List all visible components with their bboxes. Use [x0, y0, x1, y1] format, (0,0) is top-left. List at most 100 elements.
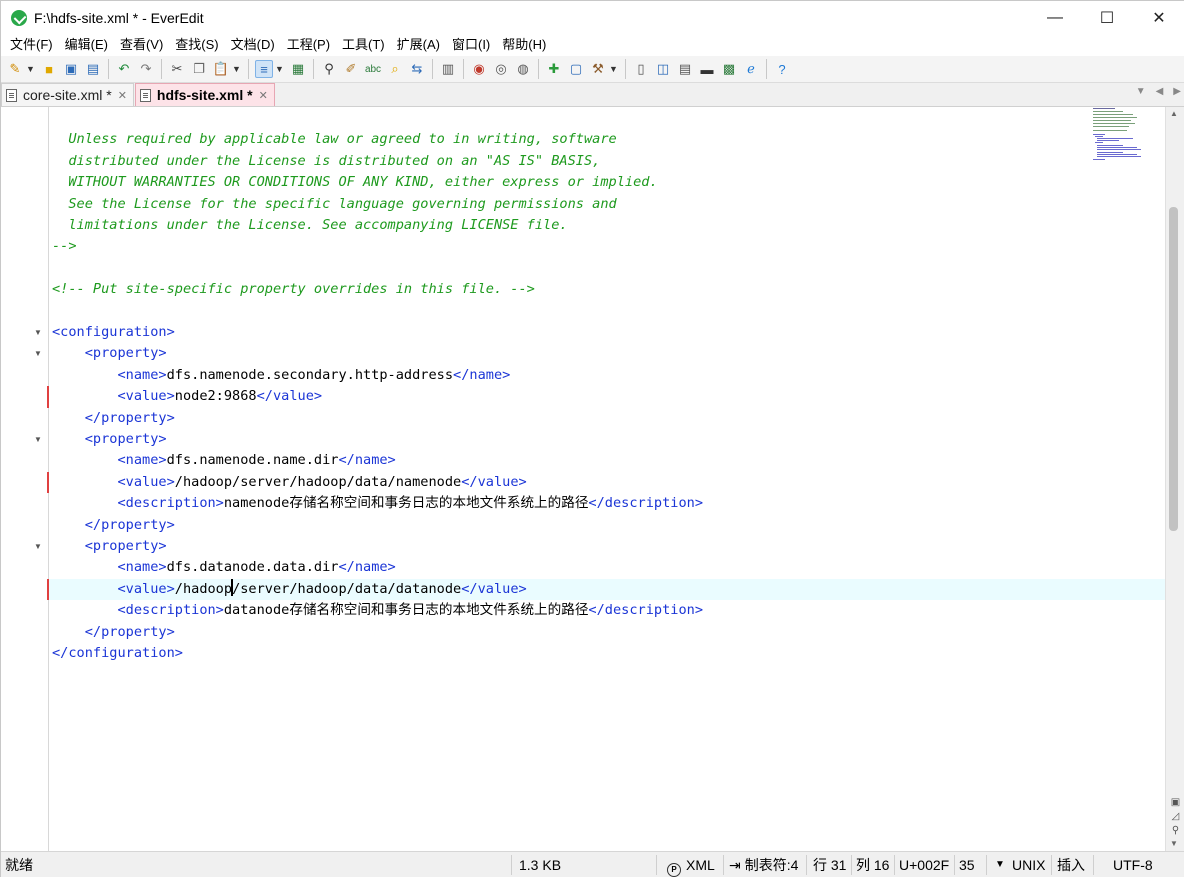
scroll-thumb[interactable] — [1169, 207, 1178, 531]
hex-mode-icon[interactable]: ▥ — [439, 60, 457, 78]
find-in-files-icon[interactable]: ⌕ — [386, 60, 404, 78]
code-line[interactable]: <property> — [49, 343, 1165, 364]
code-line[interactable]: <property> — [49, 536, 1165, 557]
line-wrap-icon[interactable]: ◿ — [1170, 811, 1181, 822]
tab-next-icon[interactable]: ▶ — [1173, 86, 1181, 97]
code-line[interactable]: --> — [49, 236, 1165, 257]
redo-icon[interactable]: ↷ — [137, 60, 155, 78]
code-line[interactable]: <description>namenode存储名称空间和事务日志的本地文件系统上… — [49, 493, 1165, 514]
code-line[interactable] — [49, 108, 1165, 129]
code-line[interactable]: See the License for the specific languag… — [49, 194, 1165, 215]
code-line[interactable]: <value>/hadoop/server/hadoop/data/datano… — [49, 578, 1165, 601]
macro-play-icon[interactable]: ◎ — [492, 60, 510, 78]
replace-icon[interactable]: ✐ — [342, 60, 360, 78]
maximize-button[interactable]: ☐ — [1081, 1, 1133, 34]
close-tab-icon[interactable]: ✕ — [259, 89, 268, 102]
vertical-scrollbar[interactable]: ▲ ▣ ◿ ⚲ ▼ — [1165, 107, 1184, 851]
word-wrap-dropdown-icon[interactable]: ▼ — [275, 64, 285, 74]
menu-edit[interactable]: 编辑(E) — [59, 34, 114, 56]
clip-library-icon[interactable]: ▩ — [720, 60, 738, 78]
tools-hammer-icon[interactable]: ⚒ — [589, 60, 607, 78]
save-all-icon[interactable]: ▤ — [84, 60, 102, 78]
code-line[interactable]: WITHOUT WARRANTIES OR CONDITIONS OF ANY … — [49, 172, 1165, 193]
status-syntax[interactable]: P XML — [667, 852, 715, 877]
new-file-dropdown-icon[interactable]: ▼ — [26, 64, 36, 74]
outline-icon[interactable]: ▢ — [567, 60, 585, 78]
macro-record-icon[interactable]: ◉ — [470, 60, 488, 78]
code-line[interactable]: <!-- Put site-specific property override… — [49, 279, 1165, 300]
save-icon[interactable]: ▣ — [62, 60, 80, 78]
fold-toggle-icon[interactable]: ▼ — [34, 429, 42, 450]
code-line[interactable]: <value>/hadoop/server/hadoop/data/nameno… — [49, 472, 1165, 493]
fold-toggle-icon[interactable]: ▼ — [34, 343, 42, 364]
fold-toggle-icon[interactable]: ▼ — [34, 322, 42, 343]
code-line[interactable]: <configuration> — [49, 322, 1165, 343]
plugin-icon[interactable]: ✚ — [545, 60, 563, 78]
document-map-icon[interactable]: ▤ — [676, 60, 694, 78]
tab-hdfs-site[interactable]: hdfs-site.xml * ✕ — [134, 83, 275, 106]
close-button[interactable]: ✕ — [1133, 1, 1184, 34]
minimap[interactable] — [1089, 107, 1149, 167]
scroll-up-icon[interactable]: ▲ — [1170, 109, 1178, 118]
code-line[interactable]: </property> — [49, 408, 1165, 429]
code-line[interactable] — [49, 664, 1165, 685]
code-line[interactable]: limitations under the License. See accom… — [49, 215, 1165, 236]
new-file-icon[interactable]: ✎ — [6, 60, 24, 78]
code-line[interactable]: <property> — [49, 429, 1165, 450]
code-line[interactable]: </property> — [49, 622, 1165, 643]
menu-tools[interactable]: 工具(T) — [336, 34, 391, 56]
menu-search[interactable]: 查找(S) — [169, 34, 224, 56]
console-icon[interactable]: ▬ — [698, 60, 716, 78]
scroll-down-icon[interactable]: ▼ — [1170, 839, 1178, 848]
paste-dropdown-icon[interactable]: ▼ — [232, 64, 242, 74]
help-icon[interactable]: ? — [773, 60, 791, 78]
code-line[interactable] — [49, 301, 1165, 322]
column-mode-icon[interactable]: ▦ — [289, 60, 307, 78]
tab-prev-icon[interactable]: ◀ — [1156, 86, 1164, 97]
open-folder-icon[interactable]: ■ — [40, 60, 58, 78]
code-line[interactable]: <name>dfs.datanode.data.dir</name> — [49, 557, 1165, 578]
tools-dropdown-icon[interactable]: ▼ — [609, 64, 619, 74]
menu-project[interactable]: 工程(P) — [281, 34, 336, 56]
tab-core-site[interactable]: core-site.xml * ✕ — [1, 83, 134, 106]
menu-window[interactable]: 窗口(I) — [446, 34, 496, 56]
menu-help[interactable]: 帮助(H) — [496, 34, 552, 56]
tab-list-dropdown-icon[interactable]: ▼ — [1136, 86, 1146, 97]
word-wrap-icon[interactable]: ≡ — [255, 60, 273, 78]
status-encoding[interactable]: UTF-8 — [1113, 852, 1153, 877]
paste-icon[interactable]: 📋 — [212, 60, 230, 78]
sidebar-toggle-icon[interactable]: ▯ — [632, 60, 650, 78]
code-line[interactable]: <name>dfs.namenode.secondary.http-addres… — [49, 365, 1165, 386]
code-line[interactable]: Unless required by applicable law or agr… — [49, 129, 1165, 150]
fold-toggle-icon[interactable]: ▼ — [34, 536, 42, 557]
close-tab-icon[interactable]: ✕ — [118, 89, 127, 102]
macro-list-icon[interactable]: ◍ — [514, 60, 532, 78]
compare-icon[interactable]: ⇆ — [408, 60, 426, 78]
menu-document[interactable]: 文档(D) — [225, 34, 281, 56]
status-eol[interactable]: UNIX — [1012, 852, 1045, 877]
spell-check-icon[interactable]: abc — [364, 60, 382, 78]
browser-preview-icon[interactable]: ℯ — [742, 60, 760, 78]
zoom-icon[interactable]: ⚲ — [1170, 825, 1181, 836]
split-view-icon[interactable]: ◫ — [654, 60, 672, 78]
fit-page-icon[interactable]: ▣ — [1170, 797, 1181, 808]
undo-icon[interactable]: ↶ — [115, 60, 133, 78]
code-line[interactable]: </configuration> — [49, 643, 1165, 664]
find-icon[interactable]: ⚲ — [320, 60, 338, 78]
status-insert-mode[interactable]: 插入 — [1057, 852, 1085, 877]
cut-icon[interactable]: ✂ — [168, 60, 186, 78]
code-line[interactable]: </property> — [49, 515, 1165, 536]
code-line[interactable] — [49, 258, 1165, 279]
code-line[interactable]: <name>dfs.namenode.name.dir</name> — [49, 450, 1165, 471]
copy-icon[interactable]: ❐ — [190, 60, 208, 78]
eol-dropdown-icon[interactable]: ▼ — [995, 852, 1005, 877]
editor-pane[interactable]: Unless required by applicable law or agr… — [1, 107, 1165, 851]
menu-extensions[interactable]: 扩展(A) — [391, 34, 446, 56]
code-line[interactable]: <description>datanode存储名称空间和事务日志的本地文件系统上… — [49, 600, 1165, 621]
minimize-button[interactable]: — — [1029, 1, 1081, 34]
code-line[interactable]: <value>node2:9868</value> — [49, 386, 1165, 407]
status-tab[interactable]: ⇥ 制表符:4 — [729, 852, 798, 877]
menu-file[interactable]: 文件(F) — [4, 34, 59, 56]
menu-view[interactable]: 查看(V) — [114, 34, 169, 56]
code-line[interactable]: distributed under the License is distrib… — [49, 151, 1165, 172]
